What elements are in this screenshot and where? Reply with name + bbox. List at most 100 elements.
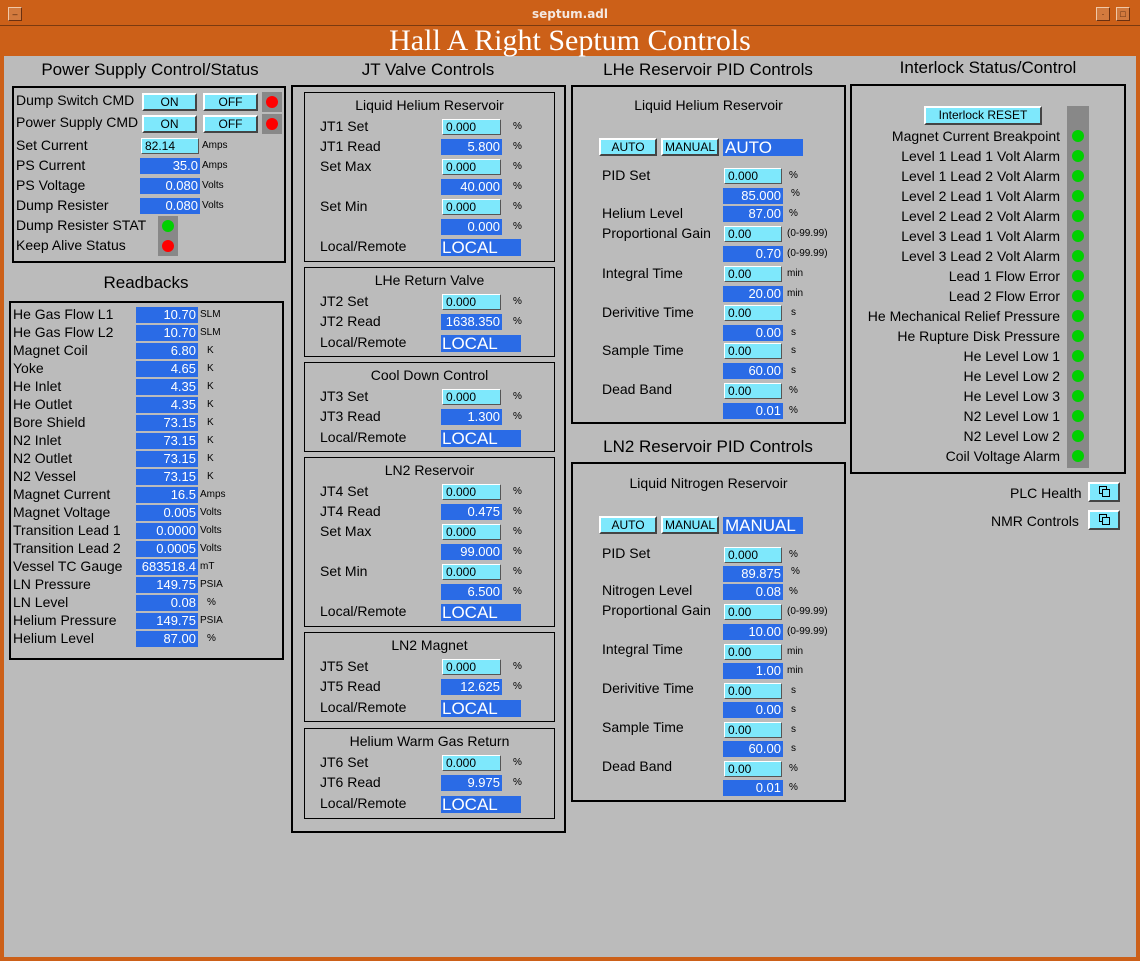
keep-alive-label: Keep Alive Status bbox=[16, 237, 126, 253]
readback-value: 16.5 bbox=[136, 487, 198, 503]
jt6-set-input[interactable]: 0.000 bbox=[442, 755, 501, 771]
jt6-read-label: JT6 Read bbox=[320, 774, 381, 790]
jt1-section: Liquid Helium Reservoir JT1 Set 0.000 % … bbox=[304, 92, 555, 262]
minimize-icon[interactable]: · bbox=[1096, 7, 1110, 21]
ps-off-button[interactable]: OFF bbox=[203, 115, 258, 133]
ln2-stime-input[interactable]: 0.00 bbox=[724, 722, 782, 738]
lhe-manual-button[interactable]: MANUAL bbox=[661, 138, 719, 156]
lhe-pgain-input[interactable]: 0.00 bbox=[724, 226, 782, 242]
ln2-itime-unit: min bbox=[787, 646, 804, 657]
jt4-set-input[interactable]: 0.000 bbox=[442, 484, 501, 500]
jt6-title: Helium Warm Gas Return bbox=[349, 733, 510, 749]
jt1-set-input[interactable]: 0.000 bbox=[442, 119, 501, 135]
readback-value: 0.005 bbox=[136, 505, 198, 521]
jt4-set-min-input[interactable]: 0.000 bbox=[442, 564, 501, 580]
readback-value: 149.75 bbox=[136, 577, 198, 593]
lhe-dtime-input[interactable]: 0.00 bbox=[724, 305, 782, 321]
status-led-icon bbox=[1072, 390, 1084, 402]
lhe-level-value: 87.00 bbox=[723, 206, 783, 222]
interlock-item-label: Lead 2 Flow Error bbox=[948, 288, 1060, 304]
readback-value: 149.75 bbox=[136, 613, 198, 629]
ln2-mode-value: MANUAL bbox=[723, 517, 803, 534]
readback-label: Transition Lead 1 bbox=[13, 522, 121, 538]
lhe-dband-unit: % bbox=[789, 385, 798, 396]
lhe-dtime-read: 0.00 bbox=[723, 325, 783, 341]
lhe-itime-input[interactable]: 0.00 bbox=[724, 266, 782, 282]
ln2-auto-button[interactable]: AUTO bbox=[599, 516, 657, 534]
ln2-manual-button[interactable]: MANUAL bbox=[661, 516, 719, 534]
jt5-set-label: JT5 Set bbox=[320, 658, 369, 674]
lhe-dband-input[interactable]: 0.00 bbox=[724, 383, 782, 399]
lhe-level-label: Helium Level bbox=[602, 205, 683, 221]
dump-switch-on-button[interactable]: ON bbox=[142, 93, 197, 111]
jt4-set-max-input[interactable]: 0.000 bbox=[442, 524, 501, 540]
ln2-dtime-unit: s bbox=[791, 685, 796, 696]
readback-label: LN Level bbox=[13, 594, 69, 610]
jt4-local-remote-label: Local/Remote bbox=[320, 603, 407, 619]
pct-unit: % bbox=[513, 486, 522, 497]
interlock-reset-button[interactable]: Interlock RESET bbox=[924, 106, 1042, 125]
lhe-auto-button[interactable]: AUTO bbox=[599, 138, 657, 156]
readback-value: 73.15 bbox=[136, 451, 198, 467]
dump-switch-label: Dump Switch CMD bbox=[16, 92, 135, 108]
dump-stat-indicator bbox=[158, 216, 178, 236]
ln2-dtime-input[interactable]: 0.00 bbox=[724, 683, 782, 699]
lhe-stime-input[interactable]: 0.00 bbox=[724, 343, 782, 359]
related-display-icon bbox=[1102, 517, 1110, 525]
lhe-pid-title: LHe Reservoir PID Controls bbox=[603, 60, 813, 79]
dump-switch-indicator bbox=[262, 92, 282, 112]
pct-unit: % bbox=[513, 777, 522, 788]
alarm-led-icon bbox=[266, 118, 278, 130]
maximize-icon[interactable]: □ bbox=[1116, 7, 1130, 21]
jt5-set-input[interactable]: 0.000 bbox=[442, 659, 501, 675]
lhe-pid-set-input[interactable]: 0.000 bbox=[724, 168, 782, 184]
pct-unit: % bbox=[513, 681, 522, 692]
nmr-controls-button[interactable] bbox=[1088, 510, 1120, 530]
jt3-local-remote-value: LOCAL bbox=[441, 430, 521, 447]
pct-unit: % bbox=[513, 181, 522, 192]
ln2-itime-input[interactable]: 0.00 bbox=[724, 644, 782, 660]
ps-cmd-label: Power Supply CMD bbox=[16, 114, 139, 130]
readback-value: 0.0005 bbox=[136, 541, 198, 557]
jt2-local-remote-value: LOCAL bbox=[441, 335, 521, 352]
jt2-set-input[interactable]: 0.000 bbox=[442, 294, 501, 310]
ln2-pid-set-input[interactable]: 0.000 bbox=[724, 547, 782, 563]
plc-health-button[interactable] bbox=[1088, 482, 1120, 502]
readback-value: 10.70 bbox=[136, 325, 198, 341]
pct-unit: % bbox=[513, 566, 522, 577]
ln2-pgain-input[interactable]: 0.00 bbox=[724, 604, 782, 620]
related-display-icon bbox=[1102, 489, 1110, 497]
jt5-section: LN2 Magnet JT5 Set 0.000 % JT5 Read 12.6… bbox=[304, 632, 555, 722]
jt1-set-max-input[interactable]: 0.000 bbox=[442, 159, 501, 175]
jt4-set-max-label: Set Max bbox=[320, 523, 372, 539]
interlock-item-label: Lead 1 Flow Error bbox=[948, 268, 1060, 284]
interlock-item-label: Level 2 Lead 2 Volt Alarm bbox=[901, 208, 1060, 224]
lhe-dtime-label: Derivitive Time bbox=[602, 304, 694, 320]
interlock-item-label: N2 Level Low 2 bbox=[963, 428, 1060, 444]
ln2-dband-input[interactable]: 0.00 bbox=[724, 761, 782, 777]
jt6-local-remote-label: Local/Remote bbox=[320, 795, 407, 811]
status-led-icon bbox=[1072, 310, 1084, 322]
ps-voltage-value: 0.080 bbox=[140, 178, 200, 194]
readback-unit: K bbox=[207, 417, 214, 428]
jt2-read-value: 1638.350 bbox=[441, 314, 502, 330]
jt4-set-min-label: Set Min bbox=[320, 563, 368, 579]
jt1-set-min-input[interactable]: 0.000 bbox=[442, 199, 501, 215]
readbacks-title: Readbacks bbox=[103, 273, 189, 292]
ln2-itime-read-unit: min bbox=[787, 665, 804, 676]
jt3-set-input[interactable]: 0.000 bbox=[442, 389, 501, 405]
window-titlebar[interactable]: – septum.adl · □ bbox=[0, 0, 1140, 26]
pct-unit: % bbox=[513, 661, 522, 672]
jt4-set-label: JT4 Set bbox=[320, 483, 369, 499]
status-led-icon bbox=[1072, 210, 1084, 222]
ln2-stime-read-unit: s bbox=[791, 743, 796, 754]
dump-switch-off-button[interactable]: OFF bbox=[203, 93, 258, 111]
ps-on-button[interactable]: ON bbox=[142, 115, 197, 133]
set-current-input[interactable]: 82.14 bbox=[141, 138, 199, 154]
pct-unit: % bbox=[513, 757, 522, 768]
jt3-read-label: JT3 Read bbox=[320, 408, 381, 424]
status-led-icon bbox=[1072, 130, 1084, 142]
page-title: Hall A Right Septum Controls bbox=[4, 26, 1136, 56]
readback-label: Magnet Current bbox=[13, 486, 111, 502]
status-led-icon bbox=[1072, 290, 1084, 302]
